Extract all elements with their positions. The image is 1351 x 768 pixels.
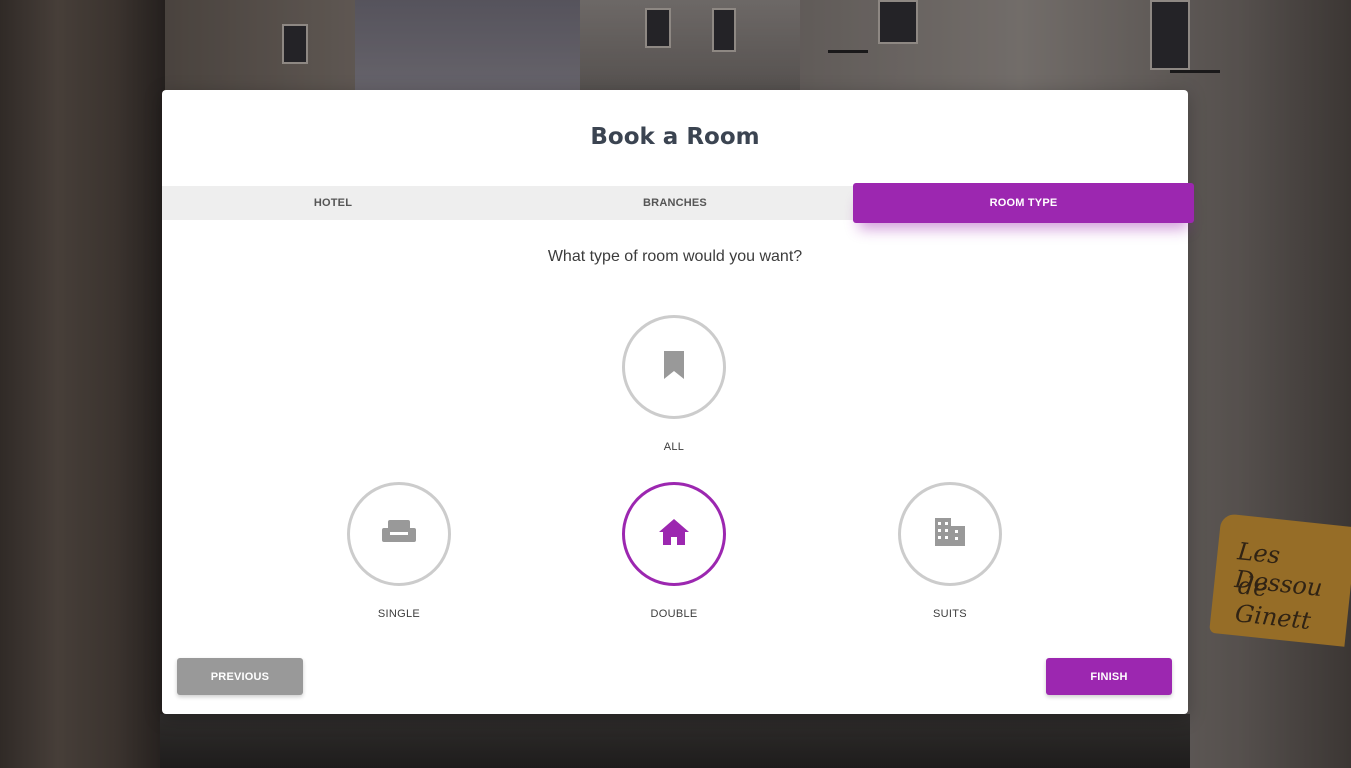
bookmark-icon — [662, 350, 686, 384]
option-suits: SUITS — [897, 482, 1003, 620]
home-icon — [659, 518, 689, 550]
option-single-button[interactable] — [347, 482, 451, 586]
option-label: DOUBLE — [650, 608, 698, 620]
option-label: ALL — [663, 441, 685, 453]
option-suits-button[interactable] — [898, 482, 1002, 586]
option-label: SUITS — [933, 608, 967, 620]
tab-hotel[interactable]: HOTEL — [162, 186, 504, 220]
booking-card: Book a Room HOTEL BRANCHES ROOM TYPE Wha… — [162, 90, 1194, 714]
option-double: DOUBLE — [621, 482, 727, 620]
option-label: SINGLE — [377, 608, 421, 620]
tab-branches[interactable]: BRANCHES — [504, 186, 846, 220]
finish-button[interactable]: FINISH — [1046, 658, 1172, 695]
wizard-tabs: HOTEL BRANCHES ROOM TYPE — [162, 183, 1194, 223]
page-title: Book a Room — [590, 124, 760, 150]
tab-room-type[interactable]: ROOM TYPE — [853, 183, 1194, 223]
option-double-button[interactable] — [622, 482, 726, 586]
building-icon — [935, 517, 965, 551]
option-all-button[interactable] — [622, 315, 726, 419]
step-question: What type of room would you want? — [547, 248, 803, 265]
sofa-icon — [382, 519, 416, 549]
option-all: ALL — [621, 315, 727, 453]
previous-button[interactable]: PREVIOUS — [177, 658, 303, 695]
option-single: SINGLE — [346, 482, 452, 620]
